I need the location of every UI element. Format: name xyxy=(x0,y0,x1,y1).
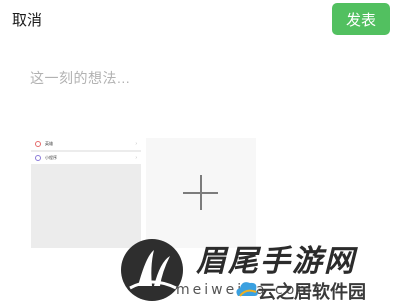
cancel-button[interactable]: 取消 xyxy=(12,9,42,30)
thumbnail-row: 英雄 › xyxy=(31,138,141,149)
image-thumbnail[interactable]: 英雄 › 小程序 › xyxy=(31,138,141,248)
watermark-title: 眉尾手游网 xyxy=(196,244,356,279)
post-text-input[interactable]: 这一刻的想法... xyxy=(30,68,130,88)
publish-button[interactable]: 发表 xyxy=(332,3,390,35)
miniprogram-icon xyxy=(35,154,41,161)
thumbnail-row-label: 小程序 xyxy=(45,154,57,160)
chevron-right-icon: › xyxy=(135,140,137,147)
thumbnail-row: 小程序 › xyxy=(31,152,141,163)
thumbnail-row-label: 英雄 xyxy=(45,140,53,146)
thumbnail-card: 英雄 › 小程序 › xyxy=(31,138,141,164)
plus-icon-vertical xyxy=(200,175,202,210)
add-image-button[interactable] xyxy=(146,138,256,248)
cloud-icon xyxy=(236,282,258,297)
top-bar: 取消 发表 xyxy=(0,0,404,40)
chevron-right-icon: › xyxy=(135,154,137,161)
watermark-subtitle: 云之居软件园 xyxy=(258,282,366,302)
heart-icon xyxy=(35,140,41,147)
